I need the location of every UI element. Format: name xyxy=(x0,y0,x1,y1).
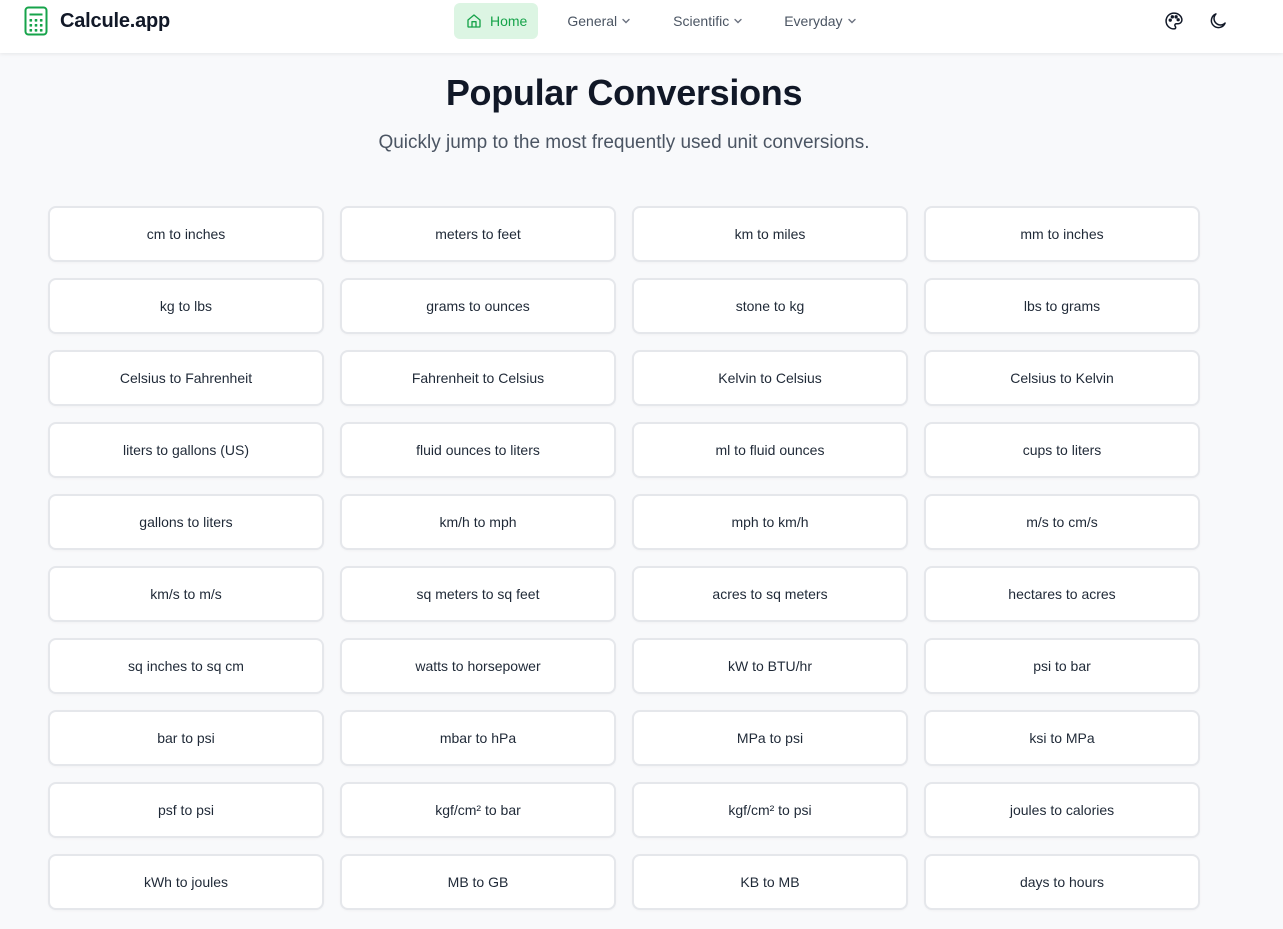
palette-icon xyxy=(1165,12,1183,30)
conversion-card[interactable]: Fahrenheit to Celsius xyxy=(340,350,616,406)
conversion-card[interactable]: mph to km/h xyxy=(632,494,908,550)
home-icon xyxy=(467,14,481,28)
conversion-card[interactable]: liters to gallons (US) xyxy=(48,422,324,478)
conversion-card[interactable]: MPa to psi xyxy=(632,710,908,766)
conversion-card[interactable]: kgf/cm² to bar xyxy=(340,782,616,838)
nav-general-label: General xyxy=(567,13,618,29)
conversion-card[interactable]: Kelvin to Celsius xyxy=(632,350,908,406)
top-navbar: Calcule.app Home General Scientific Ever… xyxy=(0,0,1283,53)
conversion-card[interactable]: days to hours xyxy=(924,854,1200,910)
nav-scientific-dropdown[interactable]: Scientific xyxy=(673,3,743,39)
conversion-card[interactable]: km/s to m/s xyxy=(48,566,324,622)
conversion-card[interactable]: cups to liters xyxy=(924,422,1200,478)
dark-mode-toggle[interactable] xyxy=(1206,9,1230,33)
conversion-card[interactable]: ml to fluid ounces xyxy=(632,422,908,478)
conversion-card[interactable]: sq meters to sq feet xyxy=(340,566,616,622)
conversion-card[interactable]: watts to horsepower xyxy=(340,638,616,694)
conversion-card[interactable]: KB to MB xyxy=(632,854,908,910)
conversion-card[interactable]: cm to inches xyxy=(48,206,324,262)
chevron-down-icon xyxy=(734,18,742,24)
conversion-grid: cm to inches meters to feet km to miles … xyxy=(48,206,1200,910)
nav-home-label: Home xyxy=(490,13,528,29)
conversion-card[interactable]: lbs to grams xyxy=(924,278,1200,334)
brand-link[interactable]: Calcule.app xyxy=(24,6,170,36)
conversion-card[interactable]: km to miles xyxy=(632,206,908,262)
conversion-card[interactable]: meters to feet xyxy=(340,206,616,262)
conversion-card[interactable]: fluid ounces to liters xyxy=(340,422,616,478)
conversion-card[interactable]: kgf/cm² to psi xyxy=(632,782,908,838)
conversion-card[interactable]: kWh to joules xyxy=(48,854,324,910)
conversion-card[interactable]: gallons to liters xyxy=(48,494,324,550)
chevron-down-icon xyxy=(622,18,630,24)
conversion-card[interactable]: MB to GB xyxy=(340,854,616,910)
page-subtitle: Quickly jump to the most frequently used… xyxy=(378,132,870,153)
conversion-card[interactable]: ksi to MPa xyxy=(924,710,1200,766)
conversion-card[interactable]: acres to sq meters xyxy=(632,566,908,622)
nav-general-dropdown[interactable]: General xyxy=(567,3,631,39)
theme-picker-button[interactable] xyxy=(1162,9,1186,33)
brand-name: Calcule.app xyxy=(60,9,171,32)
conversion-card[interactable]: psi to bar xyxy=(924,638,1200,694)
conversion-card[interactable]: stone to kg xyxy=(632,278,908,334)
nav-home-link[interactable]: Home xyxy=(454,3,539,39)
conversion-card[interactable]: grams to ounces xyxy=(340,278,616,334)
conversion-card[interactable]: bar to psi xyxy=(48,710,324,766)
main-nav: Home General Scientific Everyday xyxy=(454,3,857,39)
nav-everyday-label: Everyday xyxy=(784,13,843,29)
conversion-card[interactable]: sq inches to sq cm xyxy=(48,638,324,694)
chevron-down-icon xyxy=(847,18,856,24)
conversion-card[interactable]: Celsius to Fahrenheit xyxy=(48,350,324,406)
nav-scientific-label: Scientific xyxy=(673,13,730,29)
calculator-icon xyxy=(24,6,48,36)
conversion-card[interactable]: m/s to cm/s xyxy=(924,494,1200,550)
conversion-card[interactable]: hectares to acres xyxy=(924,566,1200,622)
conversion-card[interactable]: psf to psi xyxy=(48,782,324,838)
conversion-card[interactable]: mm to inches xyxy=(924,206,1200,262)
conversion-card[interactable]: km/h to mph xyxy=(340,494,616,550)
conversion-card[interactable]: joules to calories xyxy=(924,782,1200,838)
nav-everyday-dropdown[interactable]: Everyday xyxy=(784,3,856,39)
conversion-card[interactable]: mbar to hPa xyxy=(340,710,616,766)
conversion-card[interactable]: kg to lbs xyxy=(48,278,324,334)
moon-icon xyxy=(1210,13,1226,29)
page-title: Popular Conversions xyxy=(445,72,803,113)
conversion-card[interactable]: Celsius to Kelvin xyxy=(924,350,1200,406)
conversion-card[interactable]: kW to BTU/hr xyxy=(632,638,908,694)
